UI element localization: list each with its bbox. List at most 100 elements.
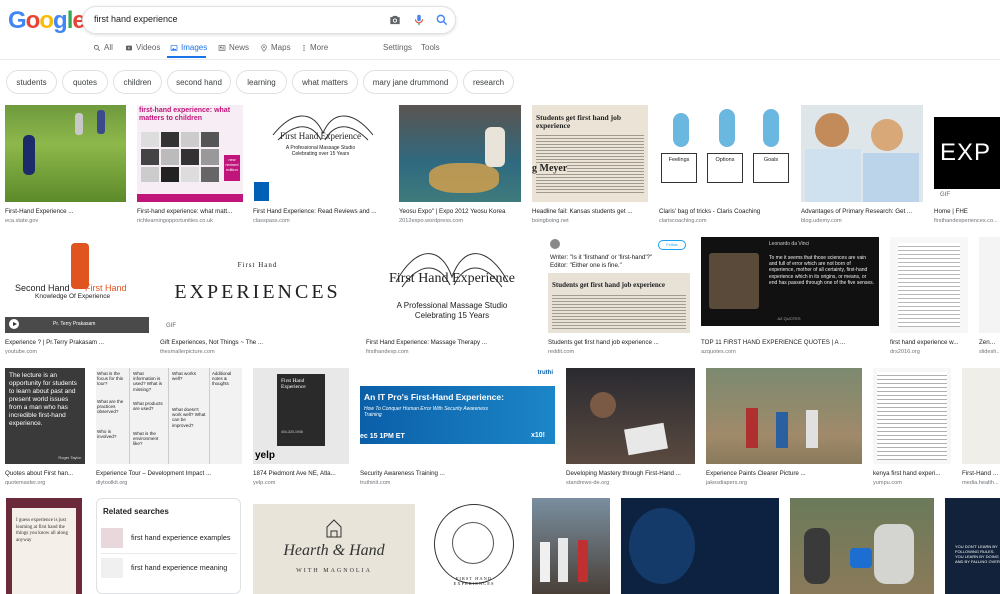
- image-result[interactable]: [621, 498, 779, 594]
- image-result[interactable]: first-hand experience: what matters to c…: [137, 105, 243, 227]
- tab-news[interactable]: News: [218, 43, 249, 52]
- news-icon: [218, 44, 226, 51]
- result-thumbnail[interactable]: [399, 105, 521, 202]
- chip-what-matters[interactable]: what matters: [292, 70, 358, 94]
- tab-all[interactable]: All: [93, 43, 113, 52]
- result-thumbnail[interactable]: [962, 368, 1000, 464]
- tab-more[interactable]: More: [301, 43, 328, 52]
- image-result[interactable]: Advantages of Primary Research: Get ... …: [801, 105, 923, 227]
- image-result[interactable]: First Hand Experience A Professional Mas…: [253, 105, 388, 227]
- result-source: blog.udemy.com: [801, 218, 842, 224]
- result-thumbnail[interactable]: [890, 237, 968, 333]
- result-thumbnail[interactable]: [5, 105, 126, 202]
- chip-research[interactable]: research: [463, 70, 514, 94]
- result-thumbnail[interactable]: [532, 498, 610, 594]
- result-thumbnail[interactable]: [979, 237, 1000, 333]
- diagram-label: Feelings: [668, 157, 690, 163]
- result-thumbnail[interactable]: First Hand EXPERIENCES GIF: [160, 237, 355, 333]
- chip-second-hand[interactable]: second hand: [167, 70, 231, 94]
- result-thumbnail[interactable]: Students get first hand job experience g…: [532, 105, 648, 202]
- result-thumbnail[interactable]: First Hand Experience A Professional Mas…: [366, 237, 538, 333]
- yelp-logo: yelp: [255, 450, 276, 461]
- image-result[interactable]: YOU DON'T LEARN BY FOLLOWING RULES. YOU …: [945, 498, 1000, 594]
- tab-maps[interactable]: Maps: [260, 43, 291, 52]
- result-thumbnail[interactable]: Feelings Options Goals: [659, 105, 791, 202]
- chip-mary-jane-drummond[interactable]: mary jane drummond: [363, 70, 458, 94]
- image-result[interactable]: First-Hand E... media.health...: [962, 368, 1000, 490]
- image-result[interactable]: FIRST HAND EXPERIENCES: [426, 498, 521, 594]
- result-thumbnail[interactable]: Second Hand First Hand Knowledge Of Expe…: [5, 237, 149, 333]
- result-thumbnail[interactable]: The lecture is an opportunity for studen…: [5, 368, 85, 464]
- result-thumbnail[interactable]: Follow Writer: "Is it 'firsthand' or 'fi…: [548, 237, 690, 333]
- image-result[interactable]: EXP GIF Home | FHE firsthandexperiences.…: [934, 105, 1000, 227]
- result-thumbnail[interactable]: I guess experience is just learning at f…: [6, 498, 82, 594]
- result-thumbnail[interactable]: first-hand experience: what matters to c…: [137, 105, 243, 202]
- search-icon[interactable]: [435, 13, 449, 27]
- image-result[interactable]: First Hand EXPERIENCES GIF Gift Experien…: [160, 237, 355, 359]
- image-result[interactable]: Hearth & Hand WITH MAGNOLIA: [253, 504, 415, 594]
- chip-label: second hand: [176, 77, 222, 87]
- tab-images[interactable]: Images: [170, 43, 207, 52]
- result-thumbnail[interactable]: [566, 368, 695, 464]
- image-result[interactable]: Feelings Options Goals Claris' bag of tr…: [659, 105, 791, 227]
- image-result[interactable]: What is the focus for this tour? What ar…: [96, 368, 242, 490]
- result-source: standrews-de.org: [566, 480, 610, 486]
- play-icon[interactable]: [9, 319, 19, 329]
- image-result[interactable]: Yeosu Expo" | Expo 2012 Yeosu Korea 2012…: [399, 105, 521, 227]
- image-result[interactable]: First Hand Experience A Professional Mas…: [366, 237, 538, 359]
- result-thumbnail[interactable]: truthi An IT Pro's First-Hand Experience…: [360, 368, 555, 464]
- image-result[interactable]: [532, 498, 610, 594]
- result-thumbnail[interactable]: [801, 105, 923, 202]
- follow-button[interactable]: Follow: [658, 240, 686, 250]
- image-result[interactable]: [790, 498, 934, 594]
- thumb-text: First Hand: [237, 261, 278, 269]
- image-result[interactable]: First-Hand Experience ... eca.state.gov: [5, 105, 126, 227]
- settings-link[interactable]: Settings: [383, 43, 412, 52]
- result-thumbnail[interactable]: YOU DON'T LEARN BY FOLLOWING RULES. YOU …: [945, 498, 1000, 594]
- image-result[interactable]: Students get first hand job experience g…: [532, 105, 648, 227]
- microphone-icon[interactable]: [412, 13, 426, 27]
- tools-link[interactable]: Tools: [421, 43, 440, 52]
- image-result[interactable]: kenya first hand experi... yumpu.com: [873, 368, 951, 490]
- search-input[interactable]: first hand experience: [94, 14, 178, 24]
- image-result[interactable]: Follow Writer: "Is it 'firsthand' or 'fi…: [548, 237, 690, 359]
- result-thumbnail[interactable]: Leonardo da Vinci To me it seems that th…: [701, 237, 879, 326]
- chip-learning[interactable]: learning: [236, 70, 287, 94]
- chip-students[interactable]: students: [6, 70, 57, 94]
- hands-illustration: [395, 253, 509, 288]
- search-box[interactable]: first hand experience: [82, 6, 456, 34]
- image-result[interactable]: First Hand Experience 404-320-1946 yelp …: [253, 368, 349, 490]
- result-thumbnail[interactable]: What is the focus for this tour? What ar…: [96, 368, 242, 464]
- image-result[interactable]: first hand experience w... drs2016.org: [890, 237, 968, 359]
- image-result[interactable]: Leonardo da Vinci To me it seems that th…: [701, 237, 879, 359]
- result-thumbnail[interactable]: EXP GIF: [934, 105, 1000, 202]
- result-thumbnail[interactable]: First Hand Experience A Professional Mas…: [253, 105, 388, 202]
- image-result[interactable]: I guess experience is just learning at f…: [6, 498, 82, 594]
- chip-label: quotes: [72, 77, 98, 87]
- image-result[interactable]: Developing Mastery through First-Hand ..…: [566, 368, 695, 490]
- related-item[interactable]: first hand experience examples: [101, 526, 237, 550]
- image-result[interactable]: Second Hand First Hand Knowledge Of Expe…: [5, 237, 149, 359]
- tab-videos[interactable]: Videos: [125, 43, 160, 52]
- chip-children[interactable]: children: [113, 70, 162, 94]
- thumb-subtext: WITH MAGNOLIA: [296, 568, 372, 574]
- image-result[interactable]: The lecture is an opportunity for studen…: [5, 368, 85, 490]
- google-logo[interactable]: Google: [8, 7, 86, 35]
- result-thumbnail[interactable]: [873, 368, 951, 464]
- thumb-text-2: EXPERIENCES: [174, 281, 341, 303]
- result-thumbnail[interactable]: [621, 498, 779, 594]
- result-thumbnail[interactable]: Hearth & Hand WITH MAGNOLIA: [253, 504, 415, 594]
- image-result[interactable]: Experience Paints Clearer Picture ... ja…: [706, 368, 862, 490]
- image-result[interactable]: ZenGu... slidesh...: [979, 237, 1000, 359]
- result-source: drs2016.org: [890, 349, 920, 355]
- result-source: youtube.com: [5, 349, 38, 355]
- image-result[interactable]: truthi An IT Pro's First-Hand Experience…: [360, 368, 555, 490]
- result-thumbnail[interactable]: First Hand Experience 404-320-1946 yelp: [253, 368, 349, 464]
- related-item[interactable]: first hand experience meaning: [101, 556, 237, 580]
- chip-quotes[interactable]: quotes: [62, 70, 108, 94]
- camera-icon[interactable]: [388, 13, 402, 27]
- result-thumbnail[interactable]: FIRST HAND EXPERIENCES: [426, 498, 521, 594]
- tab-label: Videos: [136, 43, 161, 52]
- result-thumbnail[interactable]: [790, 498, 934, 594]
- result-thumbnail[interactable]: [706, 368, 862, 464]
